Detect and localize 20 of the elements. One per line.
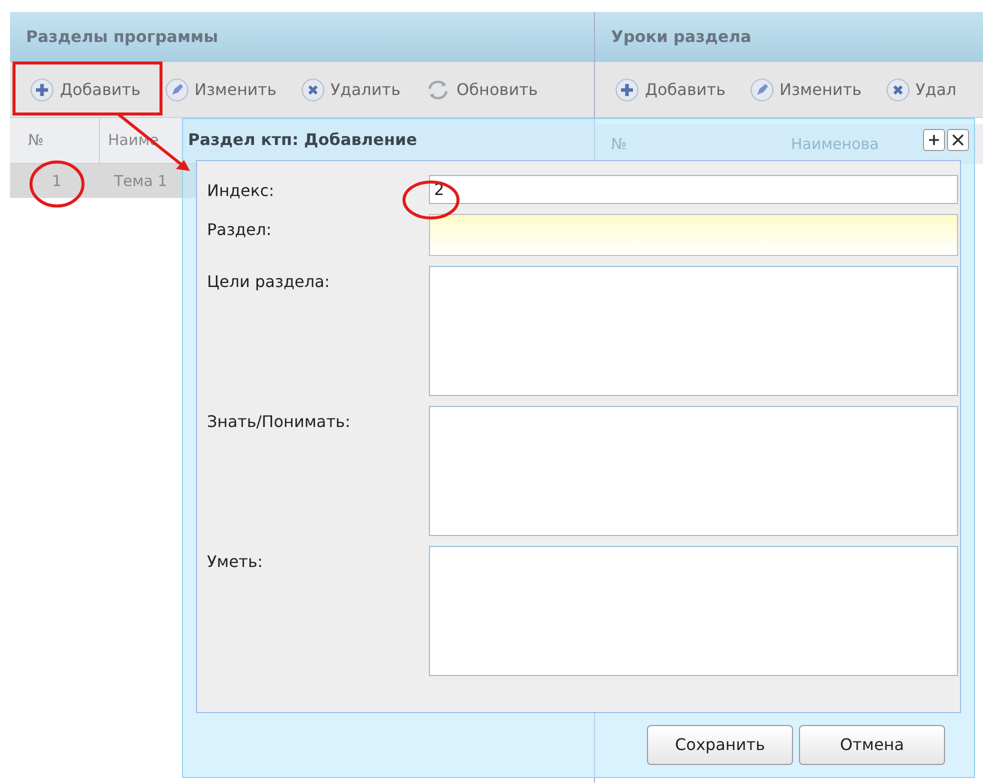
field-label: Знать/Понимать:	[207, 411, 352, 433]
toolbar-button[interactable]: Изменить	[164, 78, 277, 102]
toolbar-button[interactable]: Удалить	[300, 78, 401, 102]
dialog-title: Раздел ктп: Добавление	[188, 128, 418, 150]
field-label: Раздел:	[207, 219, 272, 241]
table-cell-text: 1	[51, 170, 63, 192]
panel-title: Разделы программы	[26, 26, 218, 48]
field-label: Индекс:	[207, 180, 276, 202]
field-label: Цели раздела:	[207, 271, 331, 293]
column-header[interactable]: №	[10, 118, 100, 163]
toolbar-button[interactable]: Обновить	[424, 78, 538, 102]
field-label: Уметь:	[207, 551, 264, 573]
toolbar-button[interactable]: Удал	[886, 78, 956, 102]
panel-title: Уроки раздела	[611, 26, 752, 48]
dialog-button[interactable]: Сохранить	[647, 725, 793, 765]
toolbar-button[interactable]: Добавить	[615, 78, 726, 102]
table-cell-text: Тема 1	[113, 170, 168, 192]
dialog-button[interactable]: Отмена	[799, 725, 945, 765]
toolbar-button[interactable]: Изменить	[750, 78, 862, 102]
toolbar-button[interactable]: Добавить	[30, 78, 141, 102]
